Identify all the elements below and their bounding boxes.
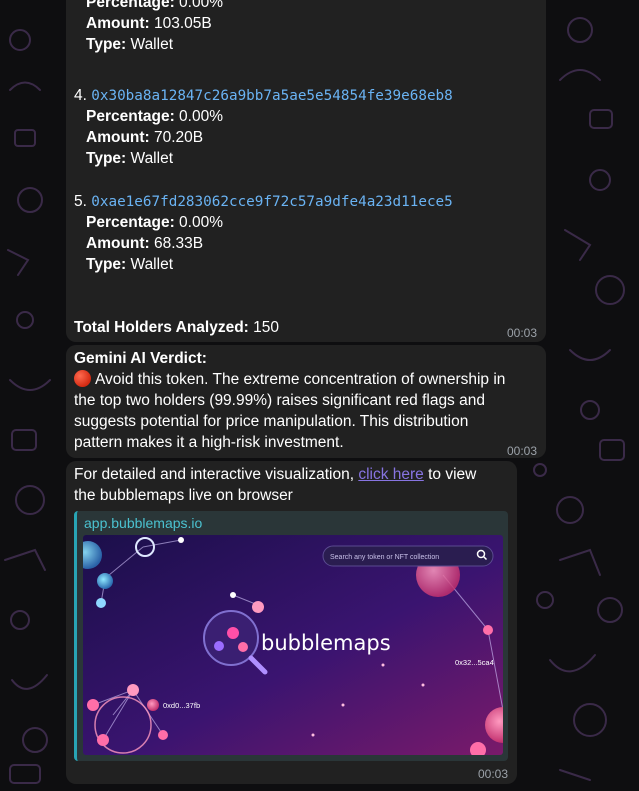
amount-value: 103.05B — [149, 15, 212, 32]
amount-value: 70.20B — [149, 129, 204, 146]
holder-3-amount: Amount: 103.05B — [86, 13, 212, 34]
percentage-value: 0.00% — [174, 0, 223, 11]
total-value: 150 — [248, 319, 280, 336]
holder-address[interactable]: 0x30ba8a12847c26a9bb7a5ae5e54854fe39e68e… — [91, 88, 453, 104]
verdict-title: Gemini AI Verdict: — [74, 350, 207, 367]
message-holders-list: Percentage: 0.00% Amount: 103.05B Type: … — [66, 0, 546, 342]
holder-3-percentage: Percentage: 0.00% — [86, 0, 223, 13]
type-label: Type: — [86, 36, 127, 53]
message-timestamp: 00:03 — [506, 444, 537, 458]
red-circle-icon — [74, 370, 91, 387]
holder-4-header: 4. 0x30ba8a12847c26a9bb7a5ae5e54854fe39e… — [74, 85, 453, 107]
preview-label-right: 0x32...5ca4 — [455, 658, 494, 667]
verdict-line-2: the top two holders (99.99%) raises sign… — [74, 392, 485, 409]
click-here-link[interactable]: click here — [358, 466, 423, 483]
type-value: Wallet — [126, 150, 174, 167]
preview-image[interactable]: Search any token or NFT collection bubbl… — [83, 535, 503, 755]
bubblemaps-preview-graphic: Search any token or NFT collection bubbl… — [83, 535, 503, 755]
verdict-text: Avoid this token. The extreme concentrat… — [95, 371, 506, 388]
link-preview-card[interactable]: app.bubblemaps.io Search any token or NF… — [74, 511, 508, 761]
link-message-line-1: For detailed and interactive visualizati… — [74, 464, 476, 485]
type-label: Type: — [86, 150, 127, 167]
holder-5-percentage: Percentage: 0.00% — [86, 212, 223, 233]
percentage-value: 0.00% — [174, 108, 223, 125]
preview-label-left: 0xd0...37fb — [163, 701, 200, 710]
verdict-line-4: pattern makes it a high-risk investment. — [74, 434, 344, 451]
total-label: Total Holders Analyzed: — [74, 319, 249, 336]
percentage-label: Percentage: — [86, 214, 175, 231]
type-label: Type: — [86, 256, 127, 273]
holder-index: 4. — [74, 87, 87, 104]
holder-5-amount: Amount: 68.33B — [86, 233, 203, 254]
holder-index: 5. — [74, 193, 87, 210]
message-timestamp: 00:03 — [477, 767, 508, 781]
verdict-line-3: suggests potential for price manipulatio… — [74, 413, 469, 430]
percentage-label: Percentage: — [86, 108, 175, 125]
type-value: Wallet — [126, 36, 174, 53]
holder-3-type: Type: Wallet — [86, 34, 173, 55]
message-timestamp: 00:03 — [506, 326, 537, 340]
holder-5-header: 5. 0xae1e67fd283062cce9f72c57a9dfe4a23d1… — [74, 191, 453, 213]
preview-site-name[interactable]: app.bubblemaps.io — [84, 513, 202, 534]
amount-label: Amount: — [86, 235, 150, 252]
link-text-before: For detailed and interactive visualizati… — [74, 466, 359, 483]
preview-search-placeholder: Search any token or NFT collection — [330, 554, 439, 561]
percentage-value: 0.00% — [174, 214, 223, 231]
message-verdict: Gemini AI Verdict: Avoid this token. The… — [66, 345, 546, 458]
preview-brand: bubblemaps — [261, 631, 391, 655]
link-text-after: to view — [423, 466, 477, 483]
holder-4-amount: Amount: 70.20B — [86, 127, 203, 148]
percentage-label: Percentage: — [86, 0, 175, 11]
verdict-line-1: Avoid this token. The extreme concentrat… — [74, 369, 505, 390]
amount-label: Amount: — [86, 129, 150, 146]
total-holders: Total Holders Analyzed: 150 — [74, 317, 279, 338]
message-bubblemaps-link: For detailed and interactive visualizati… — [66, 461, 517, 784]
holder-4-type: Type: Wallet — [86, 148, 173, 169]
link-message-line-2: the bubblemaps live on browser — [74, 487, 293, 504]
type-value: Wallet — [126, 256, 174, 273]
holder-5-type: Type: Wallet — [86, 254, 173, 275]
amount-value: 68.33B — [149, 235, 204, 252]
holder-4-percentage: Percentage: 0.00% — [86, 106, 223, 127]
amount-label: Amount: — [86, 15, 150, 32]
holder-address[interactable]: 0xae1e67fd283062cce9f72c57a9dfe4a23d11ec… — [91, 194, 453, 210]
